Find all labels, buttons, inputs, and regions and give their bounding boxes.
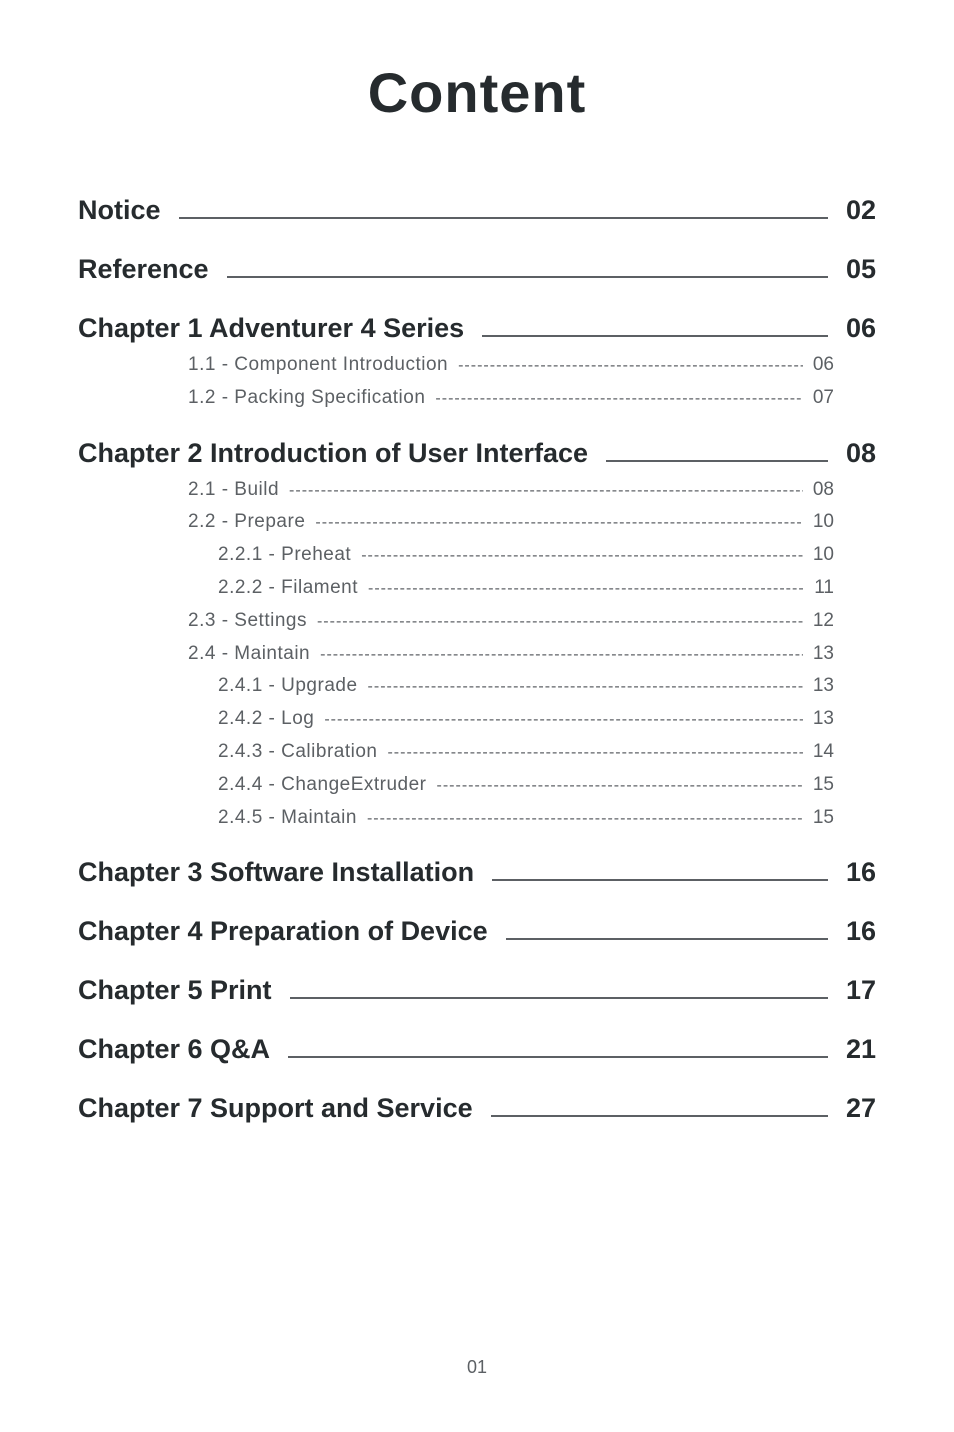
toc-sub-page: 07 [813,387,876,410]
toc-sub-page: 10 [813,511,876,534]
toc-major-row: Notice 02 [78,195,876,226]
table-of-contents: Notice 02 Reference 05 Chapter 1 Adventurer … [78,195,876,1124]
toc-sub-label: 2.2.2 - Filament [218,577,358,600]
toc-sub-row: 2.2.2 - Filament ------------------------… [78,577,876,600]
toc-sub-row: 2.4.5 - Maintain ------------------------… [78,807,876,830]
toc-sub-row: 1.1 - Component Introduction ------------… [78,354,876,377]
page-title: Content [78,60,876,125]
toc-rule [491,1115,828,1117]
toc-dot-leader: ----------------------------------------… [317,612,803,631]
toc-sub-page: 10 [813,544,876,567]
toc-dot-leader: ----------------------------------------… [315,513,802,532]
toc-major-page: 27 [846,1093,876,1124]
toc-dot-leader: ----------------------------------------… [437,776,803,795]
toc-major-page: 05 [846,254,876,285]
toc-sub-page: 11 [814,577,876,600]
toc-sub-row: 2.2.1 - Preheat -------------------------… [78,544,876,567]
toc-sub-page: 13 [813,708,876,731]
toc-rule [606,460,828,462]
toc-sub-page: 06 [813,354,876,377]
toc-dot-leader: ----------------------------------------… [324,710,803,729]
toc-major-page: 02 [846,195,876,226]
toc-major-label: Chapter 6 Q&A [78,1034,270,1065]
toc-dot-leader: ----------------------------------------… [361,546,803,565]
toc-rule [179,217,828,219]
toc-sub-page: 08 [813,479,876,502]
toc-major-label: Chapter 3 Software Installation [78,857,474,888]
toc-dot-leader: ----------------------------------------… [387,743,802,762]
toc-major-page: 08 [846,438,876,469]
toc-major-row: Reference 05 [78,254,876,285]
toc-dot-leader: ----------------------------------------… [367,809,803,828]
toc-major-label: Reference [78,254,209,285]
page-number-footer: 01 [0,1357,954,1378]
toc-sub-row: 2.4.3 - Calibration ---------------------… [78,741,876,764]
toc-rule [482,335,828,337]
toc-major-row: Chapter 5 Print 17 [78,975,876,1006]
toc-sub-row: 2.4 - Maintain --------------------------… [78,643,876,666]
toc-sub-label: 2.1 - Build [188,479,279,502]
toc-major-row: Chapter 7 Support and Service 27 [78,1093,876,1124]
toc-major-row: Chapter 3 Software Installation 16 [78,857,876,888]
toc-sub-label: 2.4.5 - Maintain [218,807,357,830]
toc-dot-leader: ----------------------------------------… [368,677,803,696]
toc-major-label: Chapter 4 Preparation of Device [78,916,488,947]
page-container: Content Notice 02 Reference 05 Chapter 1 Adv… [0,0,954,1124]
toc-rule [288,1056,828,1058]
toc-rule [506,938,828,940]
toc-sub-page: 15 [813,774,876,797]
toc-rule [227,276,828,278]
toc-major-row: Chapter 1 Adventurer 4 Series 06 [78,313,876,344]
toc-major-page: 17 [846,975,876,1006]
toc-dot-leader: ----------------------------------------… [435,389,802,408]
toc-sub-row: 2.3 - Settings --------------------------… [78,610,876,633]
toc-sub-page: 15 [813,807,876,830]
toc-sub-label: 1.1 - Component Introduction [188,354,448,377]
toc-sub-label: 2.2 - Prepare [188,511,305,534]
toc-dot-leader: ----------------------------------------… [320,645,803,664]
toc-major-label: Chapter 1 Adventurer 4 Series [78,313,464,344]
toc-dot-leader: ----------------------------------------… [289,481,803,500]
toc-sub-label: 2.4.1 - Upgrade [218,675,358,698]
toc-sub-label: 2.4 - Maintain [188,643,310,666]
toc-sub-page: 13 [813,675,876,698]
toc-rule [290,997,828,999]
toc-dot-leader: ----------------------------------------… [458,356,803,375]
toc-sub-label: 1.2 - Packing Specification [188,387,425,410]
toc-major-label: Chapter 7 Support and Service [78,1093,473,1124]
toc-sub-label: 2.4.3 - Calibration [218,741,377,764]
toc-sub-row: 2.4.4 - ChangeExtruder ------------------… [78,774,876,797]
toc-dot-leader: ----------------------------------------… [368,579,804,598]
toc-major-row: Chapter 6 Q&A 21 [78,1034,876,1065]
toc-major-page: 16 [846,857,876,888]
toc-sub-page: 13 [813,643,876,666]
toc-major-label: Chapter 2 Introduction of User Interface [78,438,588,469]
toc-major-page: 16 [846,916,876,947]
toc-major-page: 21 [846,1034,876,1065]
toc-sub-page: 14 [813,741,876,764]
toc-sub-label: 2.3 - Settings [188,610,307,633]
toc-major-page: 06 [846,313,876,344]
toc-sub-label: 2.4.2 - Log [218,708,314,731]
toc-sub-row: 2.1 - Build -----------------------------… [78,479,876,502]
toc-sub-row: 1.2 - Packing Specification -------------… [78,387,876,410]
toc-rule [492,879,828,881]
toc-major-label: Chapter 5 Print [78,975,272,1006]
toc-sub-row: 2.4.1 - Upgrade -------------------------… [78,675,876,698]
toc-major-row: Chapter 4 Preparation of Device 16 [78,916,876,947]
toc-sub-label: 2.4.4 - ChangeExtruder [218,774,427,797]
toc-sub-page: 12 [813,610,876,633]
toc-sub-row: 2.2 - Prepare ---------------------------… [78,511,876,534]
toc-major-row: Chapter 2 Introduction of User Interface… [78,438,876,469]
toc-sub-label: 2.2.1 - Preheat [218,544,351,567]
toc-major-label: Notice [78,195,161,226]
toc-sub-row: 2.4.2 - Log -----------------------------… [78,708,876,731]
